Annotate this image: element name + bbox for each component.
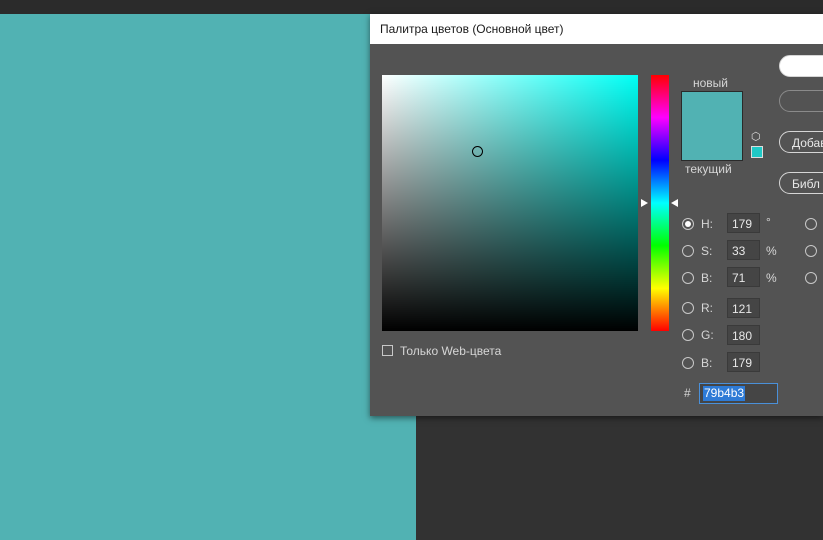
color-libraries-button[interactable]: Библ (779, 172, 823, 194)
h-input[interactable]: 179 (727, 213, 760, 233)
blue-radio[interactable] (682, 357, 694, 369)
blue-label: B: (701, 356, 713, 370)
a-radio[interactable] (805, 245, 817, 257)
document-canvas[interactable] (0, 14, 416, 540)
ok-button[interactable] (779, 55, 823, 77)
hex-symbol: # (684, 386, 691, 400)
r-input[interactable]: 121 (727, 298, 760, 318)
current-color-label: текущий (685, 162, 732, 176)
h-radio[interactable] (682, 218, 694, 230)
g-label: G: (701, 328, 714, 342)
dialog-titlebar[interactable]: Палитра цветов (Основной цвет) (370, 14, 823, 44)
new-color-swatch (682, 92, 742, 126)
b-label: B: (701, 271, 713, 285)
color-field[interactable] (382, 75, 638, 331)
add-to-swatches-button[interactable]: Добав (779, 131, 823, 153)
hue-slider-handle-left[interactable] (641, 199, 648, 207)
hue-slider[interactable] (651, 75, 669, 331)
g-input[interactable]: 180 (727, 325, 760, 345)
s-unit: % (766, 244, 777, 258)
b-unit: % (766, 271, 777, 285)
h-unit: ° (766, 215, 771, 229)
color-preview (681, 91, 743, 161)
color-picker-dialog: Палитра цветов (Основной цвет) новый тек… (370, 14, 823, 416)
blue-input[interactable]: 179 (727, 352, 760, 372)
b-input[interactable]: 71 (727, 267, 760, 287)
h-label: H: (701, 217, 713, 231)
current-color-swatch[interactable] (682, 126, 742, 160)
app-top-bar (0, 0, 823, 14)
color-field-cursor[interactable] (472, 146, 483, 157)
r-radio[interactable] (682, 302, 694, 314)
s-label: S: (701, 244, 713, 258)
lab-b-radio[interactable] (805, 272, 817, 284)
web-safe-swatch[interactable] (751, 146, 763, 158)
hex-input[interactable]: 79b4b3 (699, 383, 778, 404)
new-color-label: новый (693, 76, 729, 90)
s-radio[interactable] (682, 245, 694, 257)
g-radio[interactable] (682, 329, 694, 341)
r-label: R: (701, 301, 713, 315)
l-radio[interactable] (805, 218, 817, 230)
s-input[interactable]: 33 (727, 240, 760, 260)
hue-slider-handle-right[interactable] (671, 199, 678, 207)
cancel-button[interactable] (779, 90, 823, 112)
web-colors-label: Только Web-цвета (400, 344, 502, 358)
b-radio[interactable] (682, 272, 694, 284)
hex-value: 79b4b3 (703, 386, 746, 401)
dialog-title: Палитра цветов (Основной цвет) (380, 22, 564, 36)
cube-icon[interactable]: ⬡ (751, 130, 761, 143)
web-colors-checkbox[interactable] (382, 345, 393, 356)
